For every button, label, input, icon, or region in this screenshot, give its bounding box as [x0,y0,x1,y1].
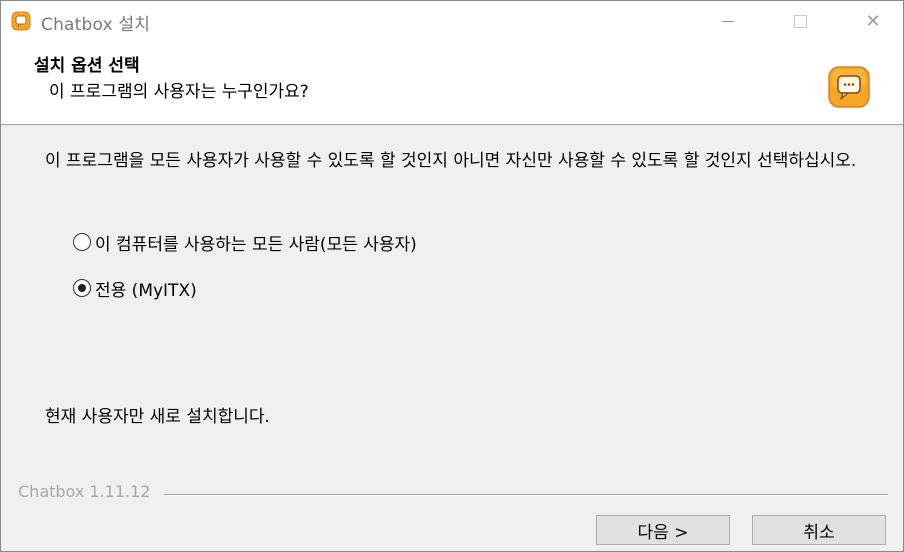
next-button[interactable]: 다음 > [596,515,730,545]
current-user-radio[interactable] [73,279,91,297]
chatbox-app-icon [11,11,31,31]
all-users-option[interactable]: 이 컴퓨터를 사용하는 모든 사람(모든 사용자) [73,230,417,255]
cancel-button[interactable]: 취소 [752,515,886,545]
all-users-radio[interactable] [73,233,91,251]
description-text: 이 프로그램을 모든 사용자가 사용할 수 있도록 할 것인지 아니면 자신만 … [45,151,857,171]
current-user-option[interactable]: 전용 (MyITX) [73,276,197,301]
header-panel: 설치 옵션 선택 이 프로그램의 사용자는 누구인가요? [1,41,903,125]
minimize-icon [722,20,734,22]
all-users-label[interactable]: 이 컴퓨터를 사용하는 모든 사람(모든 사용자) [95,230,417,255]
chatbox-logo-icon [828,66,870,108]
maximize-icon [793,14,807,28]
current-user-label[interactable]: 전용 (MyITX) [95,276,197,301]
footer-divider [164,494,888,496]
page-subtitle: 이 프로그램의 사용자는 누구인가요? [49,82,309,102]
installer-branding: Chatbox 1.11.12 [18,482,151,501]
installer-window: Chatbox 설치 ✕ 설치 옵션 선택 이 프로그램의 사용자는 누구인가요… [0,0,904,552]
title-bar[interactable]: Chatbox 설치 ✕ [1,1,903,41]
close-button[interactable]: ✕ [844,1,902,41]
window-title: Chatbox 설치 [41,15,151,35]
close-icon: ✕ [865,10,881,32]
install-scope-status: 현재 사용자만 새로 설치합니다. [45,407,270,427]
maximize-button[interactable] [771,1,829,41]
page-title: 설치 옵션 선택 [34,56,140,76]
radio-selected-dot [78,284,86,292]
minimize-button[interactable] [699,1,757,41]
